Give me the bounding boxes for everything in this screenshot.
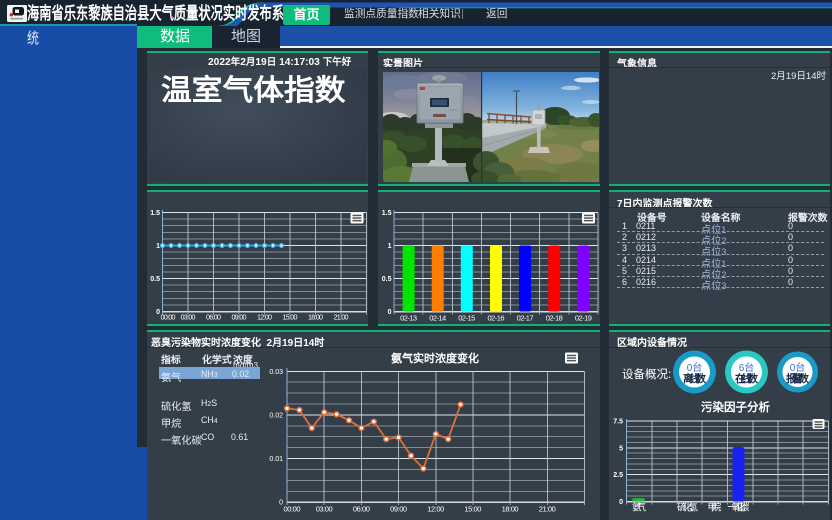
svg-text:离线数: 离线数 [683, 372, 707, 385]
svg-text:15:00: 15:00 [283, 313, 298, 322]
svg-text:1.5: 1.5 [382, 210, 392, 217]
svg-text:09:00: 09:00 [390, 505, 407, 514]
svg-text:氨气: 氨气 [632, 502, 646, 514]
svg-text:硫化氢: 硫化氢 [677, 502, 698, 514]
svg-text:7.5: 7.5 [613, 419, 623, 426]
svg-text:0.5: 0.5 [150, 276, 160, 283]
svg-text:02-15: 02-15 [458, 314, 475, 323]
svg-text:2.5: 2.5 [613, 472, 623, 479]
svg-text:21:00: 21:00 [539, 505, 556, 514]
svg-text:0: 0 [619, 499, 623, 506]
svg-text:0.5: 0.5 [382, 276, 392, 283]
svg-text:甲烷: 甲烷 [708, 502, 722, 514]
svg-text:0.02: 0.02 [269, 412, 283, 419]
svg-text:06:00: 06:00 [353, 505, 370, 514]
svg-text:06:00: 06:00 [206, 313, 221, 322]
svg-text:18:00: 18:00 [308, 313, 323, 322]
svg-text:1: 1 [388, 243, 392, 250]
svg-text:09:00: 09:00 [232, 313, 247, 322]
svg-text:5: 5 [619, 445, 623, 452]
svg-text:0: 0 [279, 500, 283, 507]
svg-text:00:00: 00:00 [161, 313, 176, 322]
svg-text:在线数: 在线数 [735, 372, 759, 385]
svg-text:一氧化碳: 一氧化碳 [728, 502, 750, 514]
svg-text:02-17: 02-17 [517, 314, 534, 323]
svg-text:1.5: 1.5 [150, 210, 160, 217]
svg-text:报警数: 报警数 [786, 372, 810, 385]
svg-text:1: 1 [156, 243, 160, 250]
svg-text:02-13: 02-13 [400, 314, 417, 323]
svg-text:02-16: 02-16 [488, 314, 505, 323]
svg-text:03:00: 03:00 [316, 505, 333, 514]
svg-text:21:00: 21:00 [334, 313, 349, 322]
svg-text:03:00: 03:00 [181, 313, 196, 322]
svg-text:12:00: 12:00 [427, 505, 444, 514]
svg-text:02-18: 02-18 [546, 314, 563, 323]
svg-text:0: 0 [156, 309, 160, 316]
svg-text:18:00: 18:00 [502, 505, 519, 514]
svg-text:15:00: 15:00 [464, 505, 481, 514]
svg-text:0.01: 0.01 [269, 456, 283, 463]
svg-text:02-14: 02-14 [429, 314, 446, 323]
svg-text:0: 0 [388, 309, 392, 316]
svg-text:0.03: 0.03 [269, 369, 283, 376]
svg-text:02-19: 02-19 [575, 314, 592, 323]
svg-text:12:00: 12:00 [257, 313, 272, 322]
svg-text:00:00: 00:00 [284, 505, 301, 514]
